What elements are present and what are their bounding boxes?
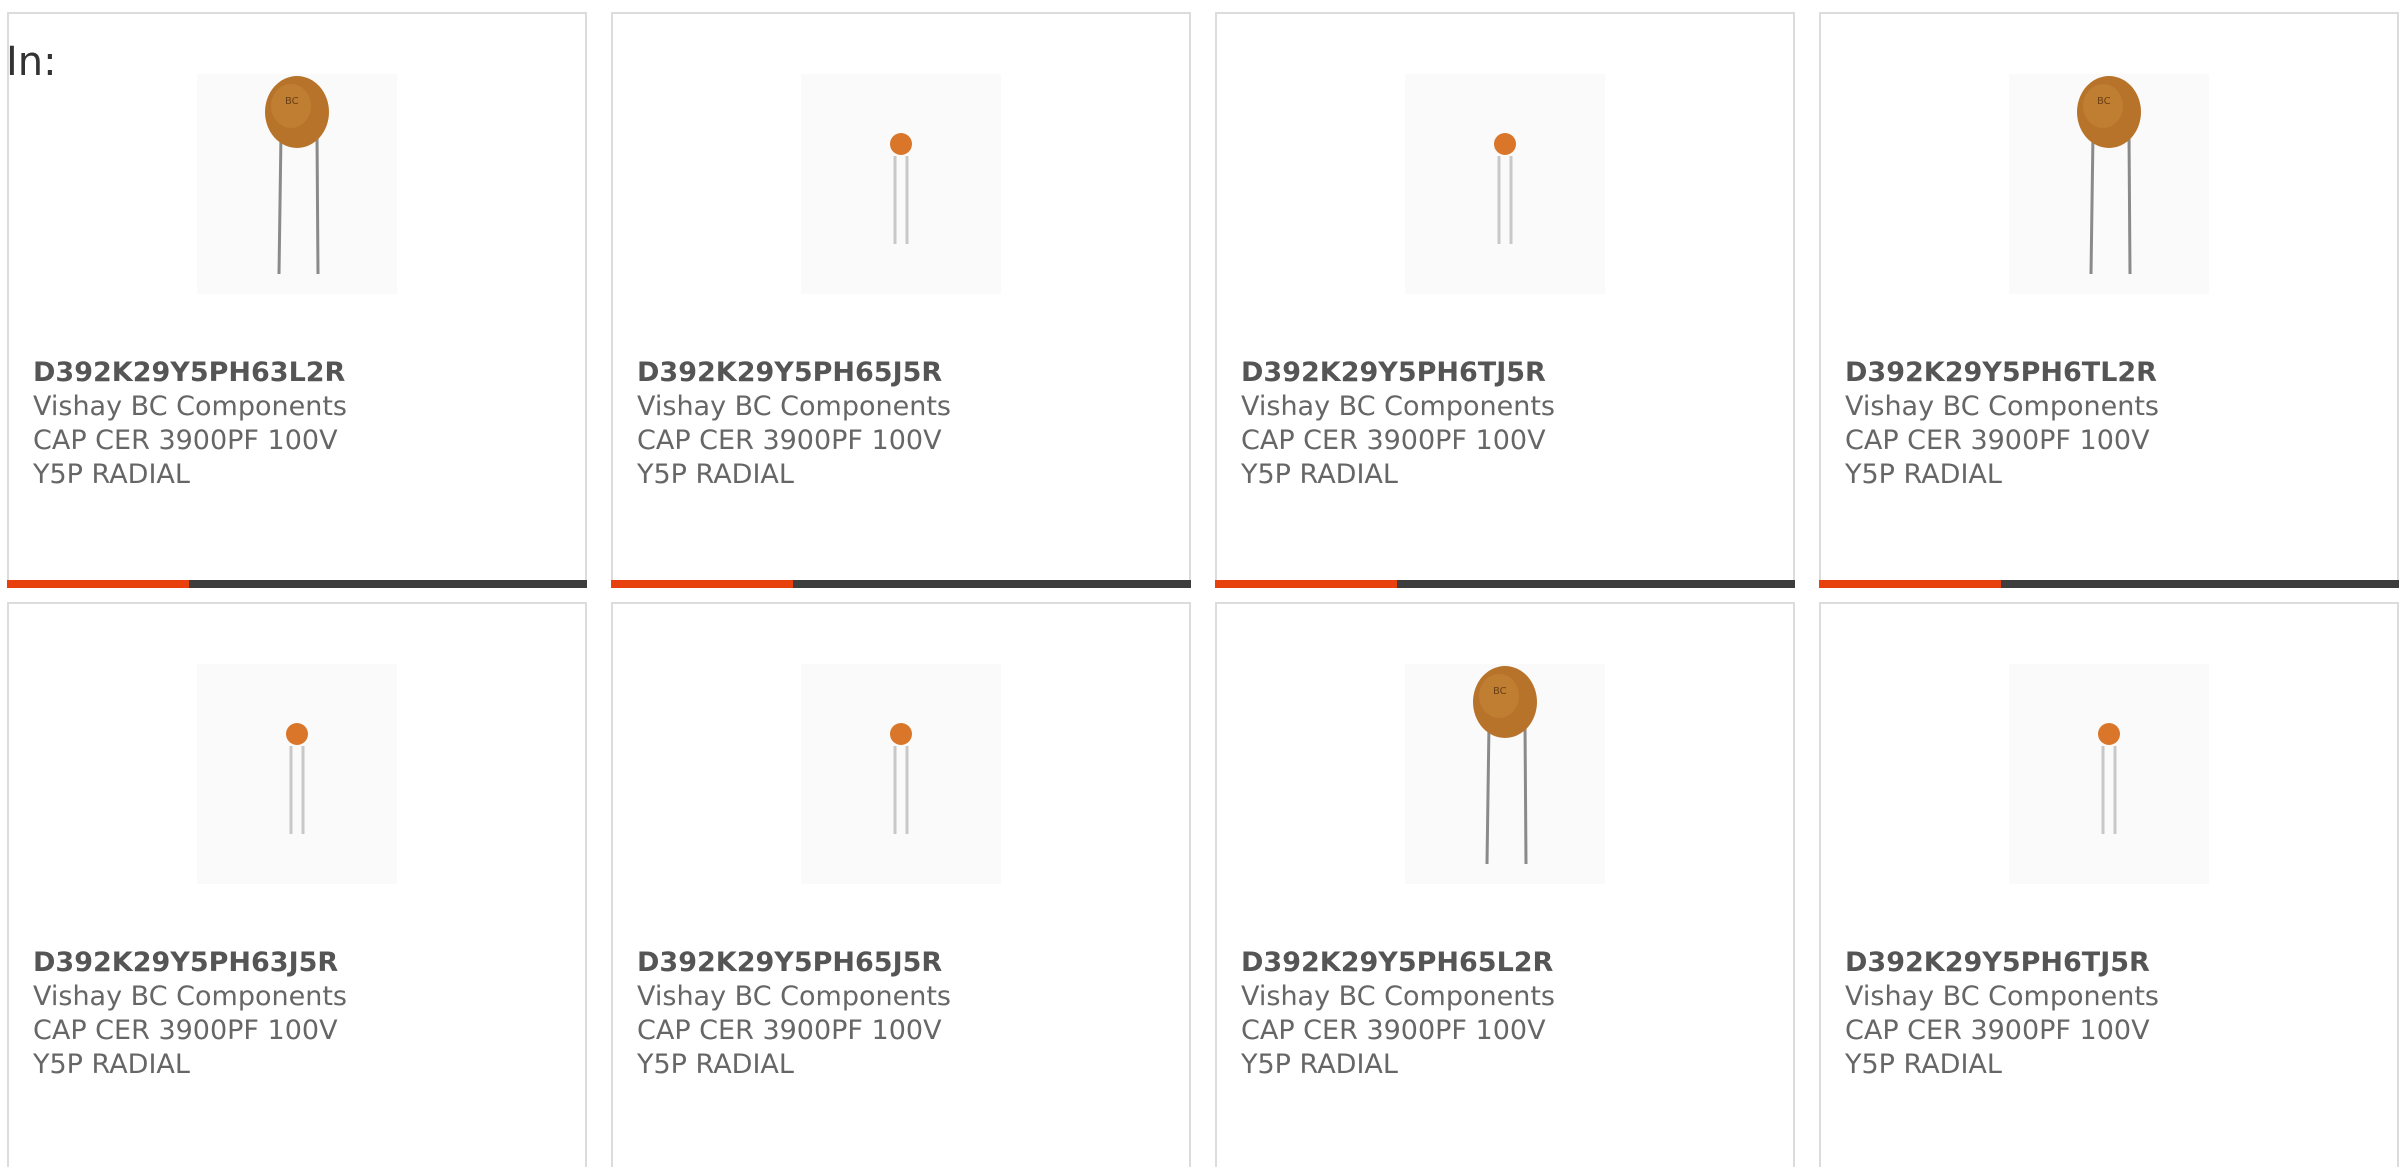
part-number-link[interactable]: D392K29Y5PH65J5R	[637, 946, 1169, 980]
product-card[interactable]: D392K29Y5PH65J5R Vishay BC Components CA…	[611, 12, 1191, 588]
large-disc-capacitor-icon: BC	[1473, 666, 1537, 865]
manufacturer-name: Vishay BC Components	[33, 391, 347, 422]
product-card[interactable]: D392K29Y5PH6TJ5R Vishay BC Components CA…	[1215, 12, 1795, 588]
card-bottom-bar	[611, 580, 1191, 588]
product-card[interactable]: D392K29Y5PH6TJ5R Vishay BC Components CA…	[1819, 602, 2399, 1167]
product-description: CAP CER 3900PF 100V Y5P RADIAL	[33, 425, 338, 490]
manufacturer-name: Vishay BC Components	[1845, 391, 2159, 422]
manufacturer-name: Vishay BC Components	[1241, 981, 1555, 1012]
product-description: CAP CER 3900PF 100V Y5P RADIAL	[637, 1015, 942, 1080]
part-number-link[interactable]: D392K29Y5PH6TJ5R	[1845, 946, 2377, 980]
product-description: CAP CER 3900PF 100V Y5P RADIAL	[33, 1015, 338, 1080]
svg-text:BC: BC	[1493, 686, 1507, 697]
product-description: CAP CER 3900PF 100V Y5P RADIAL	[1241, 425, 1546, 490]
part-number-link[interactable]: D392K29Y5PH63J5R	[33, 946, 565, 980]
product-card[interactable]: D392K29Y5PH63J5R Vishay BC Components CA…	[7, 602, 587, 1167]
small-disc-capacitor-icon	[890, 133, 912, 244]
card-bottom-bar	[1215, 580, 1795, 588]
product-card[interactable]: D392K29Y5PH65J5R Vishay BC Components CA…	[611, 602, 1191, 1167]
small-disc-capacitor-icon	[890, 723, 912, 834]
card-bottom-bar	[7, 580, 587, 588]
product-card[interactable]: BC D392K29Y5PH65L2R Vishay BC Components…	[1215, 602, 1795, 1167]
filter-label: In:	[6, 39, 57, 85]
part-number-link[interactable]: D392K29Y5PH65L2R	[1241, 946, 1773, 980]
product-image[interactable]: BC	[197, 74, 397, 294]
part-number-link[interactable]: D392K29Y5PH6TJ5R	[1241, 356, 1773, 390]
svg-text:BC: BC	[285, 96, 299, 107]
svg-text:BC: BC	[2097, 96, 2111, 107]
manufacturer-name: Vishay BC Components	[637, 391, 951, 422]
part-number-link[interactable]: D392K29Y5PH63L2R	[33, 356, 565, 390]
product-description: CAP CER 3900PF 100V Y5P RADIAL	[1845, 425, 2150, 490]
product-image[interactable]	[197, 664, 397, 884]
part-number-link[interactable]: D392K29Y5PH6TL2R	[1845, 356, 2377, 390]
large-disc-capacitor-icon: BC	[265, 76, 329, 275]
product-results-page: In: BC D392K29Y5PH63L2R Vishay BC Compon…	[0, 0, 2400, 1167]
product-description: CAP CER 3900PF 100V Y5P RADIAL	[1845, 1015, 2150, 1080]
product-image[interactable]	[2009, 664, 2209, 884]
product-card[interactable]: BC D392K29Y5PH63L2R Vishay BC Components…	[7, 12, 587, 588]
manufacturer-name: Vishay BC Components	[637, 981, 951, 1012]
product-image[interactable]: BC	[1405, 664, 1605, 884]
card-bottom-bar	[1819, 580, 2399, 588]
manufacturer-name: Vishay BC Components	[1241, 391, 1555, 422]
product-image[interactable]	[801, 74, 1001, 294]
part-number-link[interactable]: D392K29Y5PH65J5R	[637, 356, 1169, 390]
manufacturer-name: Vishay BC Components	[1845, 981, 2159, 1012]
product-image[interactable]	[801, 664, 1001, 884]
product-image[interactable]: BC	[2009, 74, 2209, 294]
product-card[interactable]: BC D392K29Y5PH6TL2R Vishay BC Components…	[1819, 12, 2399, 588]
small-disc-capacitor-icon	[1494, 133, 1516, 244]
product-description: CAP CER 3900PF 100V Y5P RADIAL	[637, 425, 942, 490]
product-description: CAP CER 3900PF 100V Y5P RADIAL	[1241, 1015, 1546, 1080]
manufacturer-name: Vishay BC Components	[33, 981, 347, 1012]
small-disc-capacitor-icon	[2098, 723, 2120, 834]
small-disc-capacitor-icon	[286, 723, 308, 834]
product-image[interactable]	[1405, 74, 1605, 294]
product-grid: BC D392K29Y5PH63L2R Vishay BC Components…	[7, 12, 2400, 1167]
large-disc-capacitor-icon: BC	[2077, 76, 2141, 275]
